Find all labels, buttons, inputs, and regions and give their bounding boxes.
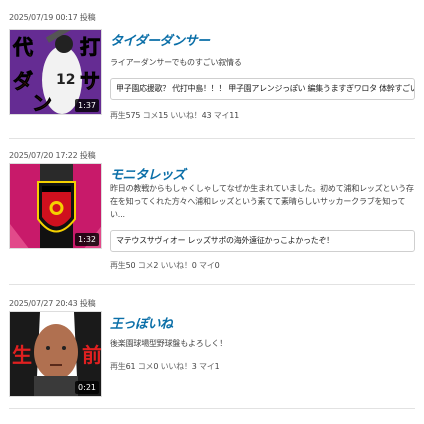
- thumb-text-3: ダ: [13, 69, 33, 93]
- views-count: 50: [125, 261, 136, 270]
- item-action: 投稿: [79, 151, 96, 160]
- feed-item: 2025/07/27 20:43 投稿 生 前 0:21 王っぽいね 後楽園球場…: [0, 298, 424, 409]
- views-count: 61: [125, 362, 136, 371]
- comments-count: 0: [153, 362, 159, 371]
- views-label: 再生: [110, 261, 126, 270]
- mylist-count: 1: [214, 362, 220, 371]
- item-timestamp: 2025/07/27 20:43: [9, 299, 78, 308]
- comments-label: コメ: [137, 261, 154, 270]
- comments-label: コメ: [142, 111, 159, 120]
- video-stats: 再生50 コメ2 いいね！0 マイ0: [110, 260, 220, 271]
- likes-label: いいね！: [170, 111, 202, 120]
- feed-item: 2025/07/19 00:17 投稿 12 代 打 ダ ン サ 1:37 タイ…: [0, 12, 424, 139]
- item-action: 投稿: [79, 13, 96, 22]
- video-title-link[interactable]: モニタレッズ: [110, 164, 186, 183]
- video-thumbnail[interactable]: 12 代 打 ダ ン サ 1:37: [9, 29, 102, 115]
- jersey-number: 12: [56, 72, 75, 88]
- views-count: 575: [125, 111, 141, 120]
- item-divider: [9, 408, 415, 409]
- likes-label: いいね！: [160, 261, 192, 270]
- thumb-text-2: 打: [80, 35, 100, 59]
- likes-count: 0: [191, 261, 197, 270]
- thumb-text-1: 代: [12, 35, 33, 59]
- video-title-link[interactable]: 王っぽいね: [110, 313, 173, 332]
- video-thumbnail[interactable]: 1:32: [9, 163, 102, 249]
- item-timestamp: 2025/07/19 00:17: [9, 13, 78, 22]
- item-divider: [9, 284, 415, 285]
- comments-count: 2: [153, 261, 159, 270]
- comments-count: 15: [158, 111, 169, 120]
- likes-count: 3: [191, 362, 197, 371]
- video-description: ライアーダンサーでものすごい叙情る: [110, 58, 242, 67]
- latest-comments: 甲子園応援歌？ 代打中島！！！ 甲子園アレンジっぽい 編集うますぎワロタ 体幹す…: [110, 78, 415, 100]
- video-duration: 1:37: [75, 99, 99, 112]
- thumb-text-4: ン: [32, 91, 52, 115]
- item-meta: 2025/07/20 17:22 投稿: [9, 150, 96, 161]
- video-title-link[interactable]: タイダーダンサー: [110, 30, 210, 49]
- item-meta: 2025/07/19 00:17 投稿: [9, 12, 96, 23]
- mylist-label: マイ: [199, 362, 215, 371]
- thumb-text-5: サ: [80, 69, 100, 93]
- mylist-count: 11: [229, 111, 240, 120]
- thumb-text-2: 前: [82, 343, 102, 367]
- views-label: 再生: [110, 111, 126, 120]
- item-action: 投稿: [79, 299, 96, 308]
- item-meta: 2025/07/27 20:43 投稿: [9, 298, 96, 309]
- mylist-label: マイ: [199, 261, 215, 270]
- likes-label: いいね！: [160, 362, 192, 371]
- video-thumbnail[interactable]: 生 前 0:21: [9, 311, 102, 397]
- likes-count: 43: [201, 111, 212, 120]
- video-duration: 1:32: [75, 233, 99, 246]
- views-label: 再生: [110, 362, 126, 371]
- item-timestamp: 2025/07/20 17:22: [9, 151, 78, 160]
- video-description: 昨日の教戦からもしゃくしゃしてなぜか生まれていました。初めて浦和レッズという存在…: [110, 184, 414, 219]
- video-duration: 0:21: [75, 381, 99, 394]
- mylist-label: マイ: [213, 111, 230, 120]
- thumb-text-1: 生: [12, 343, 32, 367]
- video-stats: 再生61 コメ0 いいね！3 マイ1: [110, 361, 220, 372]
- latest-comments: マテウスサヴィオー レッズサポの海外遠征かっこよかったぞ！: [110, 230, 415, 252]
- mylist-count: 0: [214, 261, 220, 270]
- item-divider: [9, 138, 415, 139]
- comments-label: コメ: [137, 362, 154, 371]
- feed-item: 2025/07/20 17:22 投稿 1:32 モニタレッズ 昨日の教戦からも…: [0, 150, 424, 285]
- video-stats: 再生575 コメ15 いいね！43 マイ11: [110, 110, 239, 121]
- video-description: 後楽園球場型野球盤もよろしく！: [110, 339, 227, 348]
